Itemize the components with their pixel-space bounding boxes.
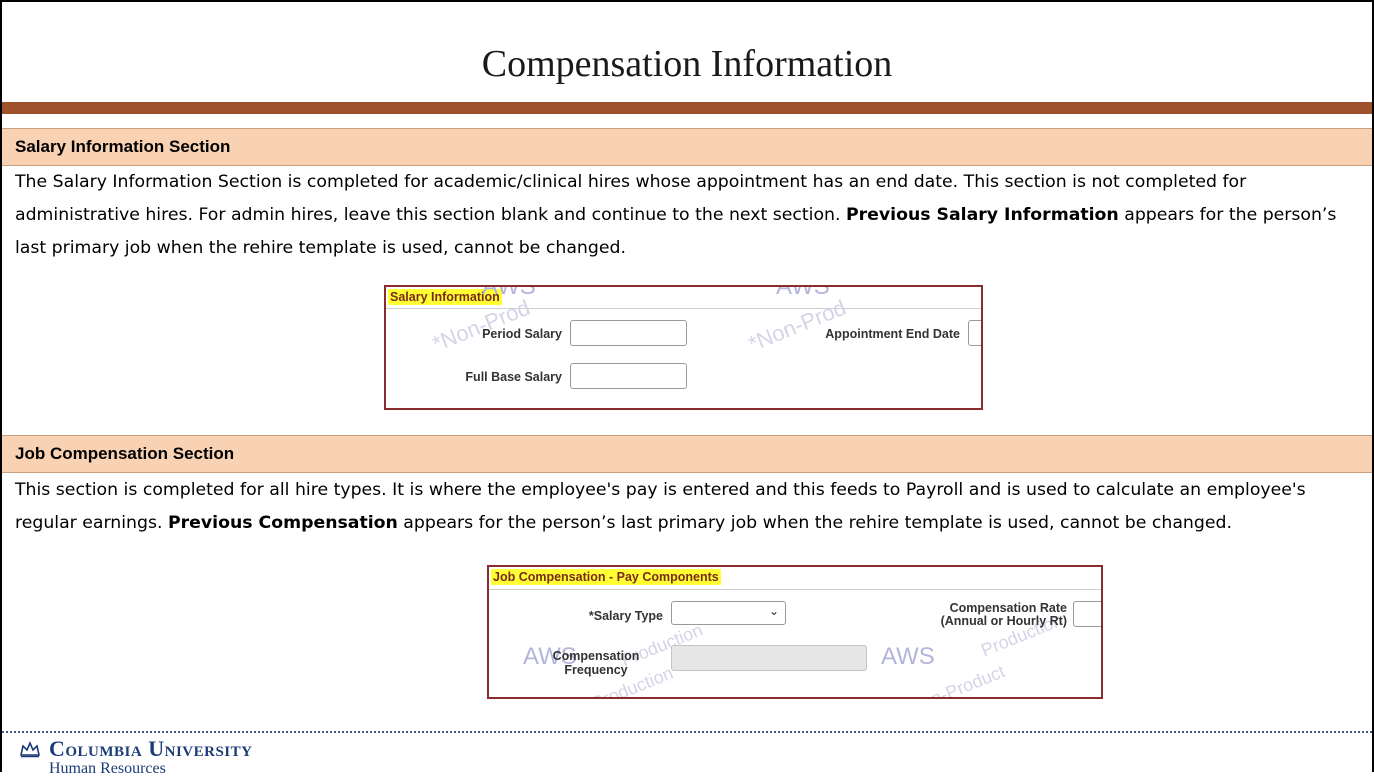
job-compensation-panel: Job Compensation - Pay Components AWS AW… bbox=[487, 565, 1103, 699]
footer-divider bbox=[2, 731, 1372, 733]
panel-title-divider bbox=[386, 308, 981, 309]
full-base-salary-label: Full Base Salary bbox=[465, 370, 562, 384]
salary-information-panel: Salary Information *Non-Prod *Non-Prod A… bbox=[384, 285, 983, 410]
panel-title-divider bbox=[489, 589, 1101, 590]
watermark: *Non-Prod bbox=[744, 294, 850, 357]
salary-section-header: Salary Information Section bbox=[2, 128, 1372, 166]
compensation-frequency-input bbox=[671, 645, 867, 671]
crown-icon bbox=[20, 740, 40, 758]
job-comp-desc-bold: Previous Compensation bbox=[167, 513, 398, 533]
salary-section-description: The Salary Information Section is comple… bbox=[15, 166, 1350, 265]
job-comp-panel-title: Job Compensation - Pay Components bbox=[491, 569, 721, 585]
slide: Compensation Information Salary Informat… bbox=[0, 0, 1374, 777]
period-salary-label: Period Salary bbox=[482, 327, 562, 341]
compensation-rate-label-line2: (Annual or Hourly Rt) bbox=[940, 614, 1067, 628]
salary-type-label: *Salary Type bbox=[588, 609, 663, 623]
chevron-down-icon: ⌄ bbox=[768, 604, 779, 618]
job-compensation-section-header: Job Compensation Section bbox=[2, 435, 1372, 473]
compensation-rate-input[interactable] bbox=[1073, 601, 1101, 627]
salary-panel-title: Salary Information bbox=[388, 289, 502, 305]
compensation-frequency-label-line2: Frequency bbox=[564, 663, 628, 677]
job-comp-desc-text-2: appears for the person’s last primary jo… bbox=[397, 513, 1232, 533]
compensation-frequency-label-line1: Compensation bbox=[552, 649, 640, 663]
university-name: Columbia University bbox=[49, 736, 253, 761]
period-salary-input[interactable] bbox=[570, 320, 687, 346]
department-name: Human Resources bbox=[49, 760, 166, 777]
watermark: AWS bbox=[881, 643, 935, 670]
full-base-salary-input[interactable] bbox=[570, 363, 687, 389]
watermark: n-Product bbox=[927, 661, 1008, 699]
job-compensation-description: This section is completed for all hire t… bbox=[15, 474, 1350, 540]
watermark: AWS bbox=[776, 285, 830, 300]
salary-desc-bold: Previous Salary Information bbox=[845, 205, 1119, 225]
salary-type-select[interactable]: ⌄ bbox=[671, 601, 786, 625]
appointment-end-date-input[interactable] bbox=[968, 320, 981, 346]
title-divider bbox=[2, 102, 1372, 114]
compensation-frequency-label: Compensation Frequency bbox=[529, 649, 663, 677]
slide-title: Compensation Information bbox=[481, 43, 893, 85]
compensation-rate-label: Compensation Rate (Annual or Hourly Rt) bbox=[894, 602, 1067, 628]
appointment-end-date-label: Appointment End Date bbox=[825, 327, 960, 341]
